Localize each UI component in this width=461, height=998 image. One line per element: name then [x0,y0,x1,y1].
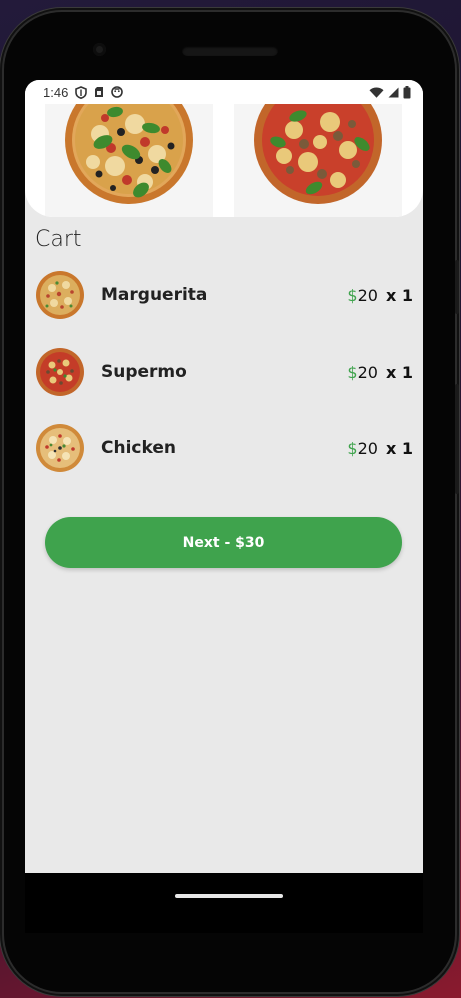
item-quantity: x 1 [385,362,413,382]
front-camera [93,43,106,56]
cellular-signal-icon [388,87,399,97]
cart-item[interactable]: Chicken $20 x 1 [35,421,413,475]
home-indicator[interactable] [175,894,283,898]
power-button [455,384,459,494]
price-value: 20 [357,285,378,305]
banner-pizza-card[interactable] [45,104,213,217]
currency-symbol: $ [347,285,358,305]
item-quantity: x 1 [385,438,413,458]
item-name: Supermo [101,362,187,382]
item-name: Marguerita [101,285,208,305]
wifi-icon [369,87,384,98]
price-value: 20 [357,362,378,382]
volume-button [455,260,459,314]
pizza-thumbnail [36,271,84,319]
pizza-thumbnail [36,424,84,472]
battery-icon [403,85,411,98]
item-price: $20 [347,363,378,382]
cart-item[interactable]: Supermo $20 x 1 [35,345,413,399]
item-quantity: x 1 [385,285,413,305]
page-title: Cart [35,227,82,252]
status-time: 1:46 [43,84,69,100]
item-price: $20 [347,439,378,458]
app-screen: 1:46 Cart Marguerita $20 x 1 Supermo $20… [25,80,423,873]
cart-item[interactable]: Marguerita $20 x 1 [35,268,413,322]
currency-symbol: $ [347,438,358,458]
sim-card-icon [95,87,104,97]
next-button[interactable]: Next - $30 [45,517,402,568]
price-value: 20 [357,438,378,458]
pizza-image [65,104,193,204]
banner-pizza-card[interactable] [234,104,402,217]
face-icon [111,86,124,98]
status-bar: 1:46 [25,80,423,104]
item-name: Chicken [101,438,176,458]
navigation-bar [25,873,423,933]
pizza-image [254,104,382,204]
shield-icon [75,85,88,99]
pizza-thumbnail [36,348,84,396]
item-price: $20 [347,286,378,305]
currency-symbol: $ [347,362,358,382]
earpiece-speaker [182,46,278,56]
